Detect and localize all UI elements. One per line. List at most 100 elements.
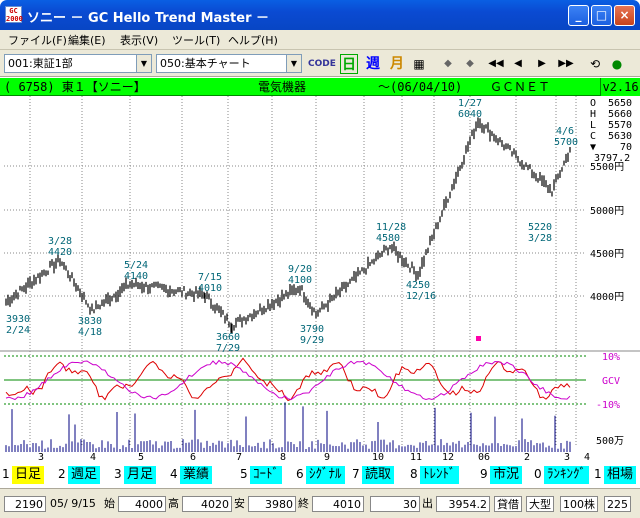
price-annotation: 4580 <box>376 233 400 244</box>
stock-code: ( 6758) 東１【ソニー】 <box>4 80 146 94</box>
chevron-down-icon[interactable]: ▼ <box>286 55 301 72</box>
price-axis-label: 4000円 <box>590 292 624 303</box>
daily-button[interactable]: 日 <box>340 54 358 74</box>
nav-prev-button[interactable]: ◀ <box>510 54 526 74</box>
close-value: 4010 <box>312 496 364 512</box>
globe-icon[interactable]: ● <box>608 54 626 74</box>
tab-number: 7 <box>352 467 360 481</box>
tab-1[interactable]: 日足 <box>12 466 45 484</box>
size-badge: 大型 <box>526 496 554 512</box>
tab-number: 3 <box>114 467 122 481</box>
monthly-button[interactable]: 月 <box>388 54 406 74</box>
price-chart[interactable]: O 5650 H 5660 L 5570 C 5630 ▼ 70 3797.2 … <box>0 96 640 464</box>
ohlc-close-label: C <box>590 131 596 142</box>
price-axis-label: 4500円 <box>590 249 624 260</box>
as-of-date: ～(06/04/10) <box>378 80 463 94</box>
price-annotation: 11/28 <box>376 222 406 233</box>
ohlc-low-label: L <box>590 120 596 131</box>
price-annotation: 9/20 <box>288 264 312 275</box>
code-button[interactable]: CODE <box>308 54 336 74</box>
menu-tools[interactable]: ツール(T) <box>172 32 220 48</box>
chart-type-value: 050:基本チャート <box>160 57 251 70</box>
average-value: 3954.2 <box>436 496 490 512</box>
tab-5[interactable]: ｺｰﾄﾞ <box>250 466 282 484</box>
tab-7[interactable]: 読取 <box>362 466 395 484</box>
nav-last-button[interactable]: ▶▶ <box>556 54 576 74</box>
price-annotation: 7/29 <box>216 343 240 354</box>
tab-3[interactable]: 月足 <box>124 466 157 484</box>
nav-next-mark-button[interactable]: ◆ <box>462 54 478 74</box>
open-label: 始 <box>104 497 115 510</box>
tab-number: 2 <box>58 467 66 481</box>
tab-number: 1 <box>594 467 602 481</box>
price-annotation: 4250 <box>406 280 430 291</box>
close-button[interactable]: × <box>614 5 635 26</box>
volume-value: 30 <box>370 496 420 512</box>
close-label: 終 <box>298 497 309 510</box>
high-value: 4020 <box>182 496 232 512</box>
market-value: 001:東証1部 <box>8 57 73 70</box>
bar-date: 05/ 9/15 <box>50 497 96 510</box>
tab-6[interactable]: ｼｸﾞﾅﾙ <box>306 466 345 484</box>
tab-number: 1 <box>2 467 10 481</box>
change-down-icon: ▼ <box>590 142 596 153</box>
price-annotation: 4100 <box>288 275 312 286</box>
price-annotation: 4/6 <box>556 126 574 137</box>
month-label: 2 <box>524 452 530 463</box>
price-annotation: 4/18 <box>78 327 102 338</box>
price-annotation: 7/15 <box>198 272 222 283</box>
price-annotation: 4140 <box>124 271 148 282</box>
price-annotation: 6040 <box>458 109 482 120</box>
ohlc-open: 5650 <box>608 98 632 109</box>
menu-help[interactable]: ヘルプ(H) <box>228 32 278 48</box>
grid-icon[interactable]: ▦ <box>410 54 428 74</box>
low-value: 3980 <box>248 496 296 512</box>
price-annotation: 5220 <box>528 222 552 233</box>
chart-type-select[interactable]: 050:基本チャート ▼ <box>156 54 302 73</box>
low-label: 安 <box>234 497 245 510</box>
tab-number: 4 <box>170 467 178 481</box>
price-annotation: 2/24 <box>6 325 30 336</box>
high-label: 高 <box>168 497 179 510</box>
tab-10[interactable]: ﾗﾝｷﾝｸﾞ <box>544 466 589 484</box>
tab-8[interactable]: ﾄﾚﾝﾄﾞ <box>420 466 459 484</box>
price-annotation: 3930 <box>6 314 30 325</box>
tab-number: 0 <box>534 467 542 481</box>
sector: 電気機器 <box>258 80 307 94</box>
tab-number: 5 <box>240 467 248 481</box>
refresh-icon[interactable]: ⟲ <box>586 54 604 74</box>
ohlc-high-label: H <box>590 109 596 120</box>
tab-4[interactable]: 業績 <box>180 466 213 484</box>
chevron-down-icon[interactable]: ▼ <box>136 55 151 72</box>
window-title: ソニー － GC Hello Trend Master － <box>27 11 270 26</box>
osc-upper-label: 10% <box>602 352 620 363</box>
menu-view[interactable]: 表示(V) <box>120 32 158 48</box>
tab-11[interactable]: 相場 <box>604 466 637 484</box>
market-select[interactable]: 001:東証1部 ▼ <box>4 54 152 73</box>
minimize-button[interactable]: _ <box>568 5 589 26</box>
weekly-button[interactable]: 週 <box>364 54 382 74</box>
tab-9[interactable]: 市況 <box>490 466 523 484</box>
tab-number: 6 <box>296 467 304 481</box>
record-count: 2190 <box>4 496 46 512</box>
month-label: 4 <box>584 452 590 463</box>
ohlc-close: 5630 <box>608 131 632 142</box>
price-annotation: 3/28 <box>48 236 72 247</box>
month-label: 9 <box>324 452 330 463</box>
menu-file[interactable]: ファイル(F) <box>8 32 67 48</box>
tab-number: 8 <box>410 467 418 481</box>
version-label: v2.16 <box>600 78 640 96</box>
nav-prev-mark-button[interactable]: ◆ <box>440 54 456 74</box>
month-label: 3 <box>564 452 570 463</box>
volume-label: 出 <box>422 497 433 510</box>
tab-2[interactable]: 週足 <box>68 466 101 484</box>
ohlc-high: 5660 <box>608 109 632 120</box>
nav-first-button[interactable]: ◀◀ <box>486 54 506 74</box>
price-axis-label: 5500円 <box>590 162 624 173</box>
maximize-button[interactable]: □ <box>591 5 612 26</box>
price-annotation: 5/24 <box>124 260 148 271</box>
price-annotation: 4010 <box>198 283 222 294</box>
menu-edit[interactable]: 編集(E) <box>68 32 106 48</box>
nav-next-button[interactable]: ▶ <box>534 54 550 74</box>
unit-badge: 100株 <box>560 496 598 512</box>
